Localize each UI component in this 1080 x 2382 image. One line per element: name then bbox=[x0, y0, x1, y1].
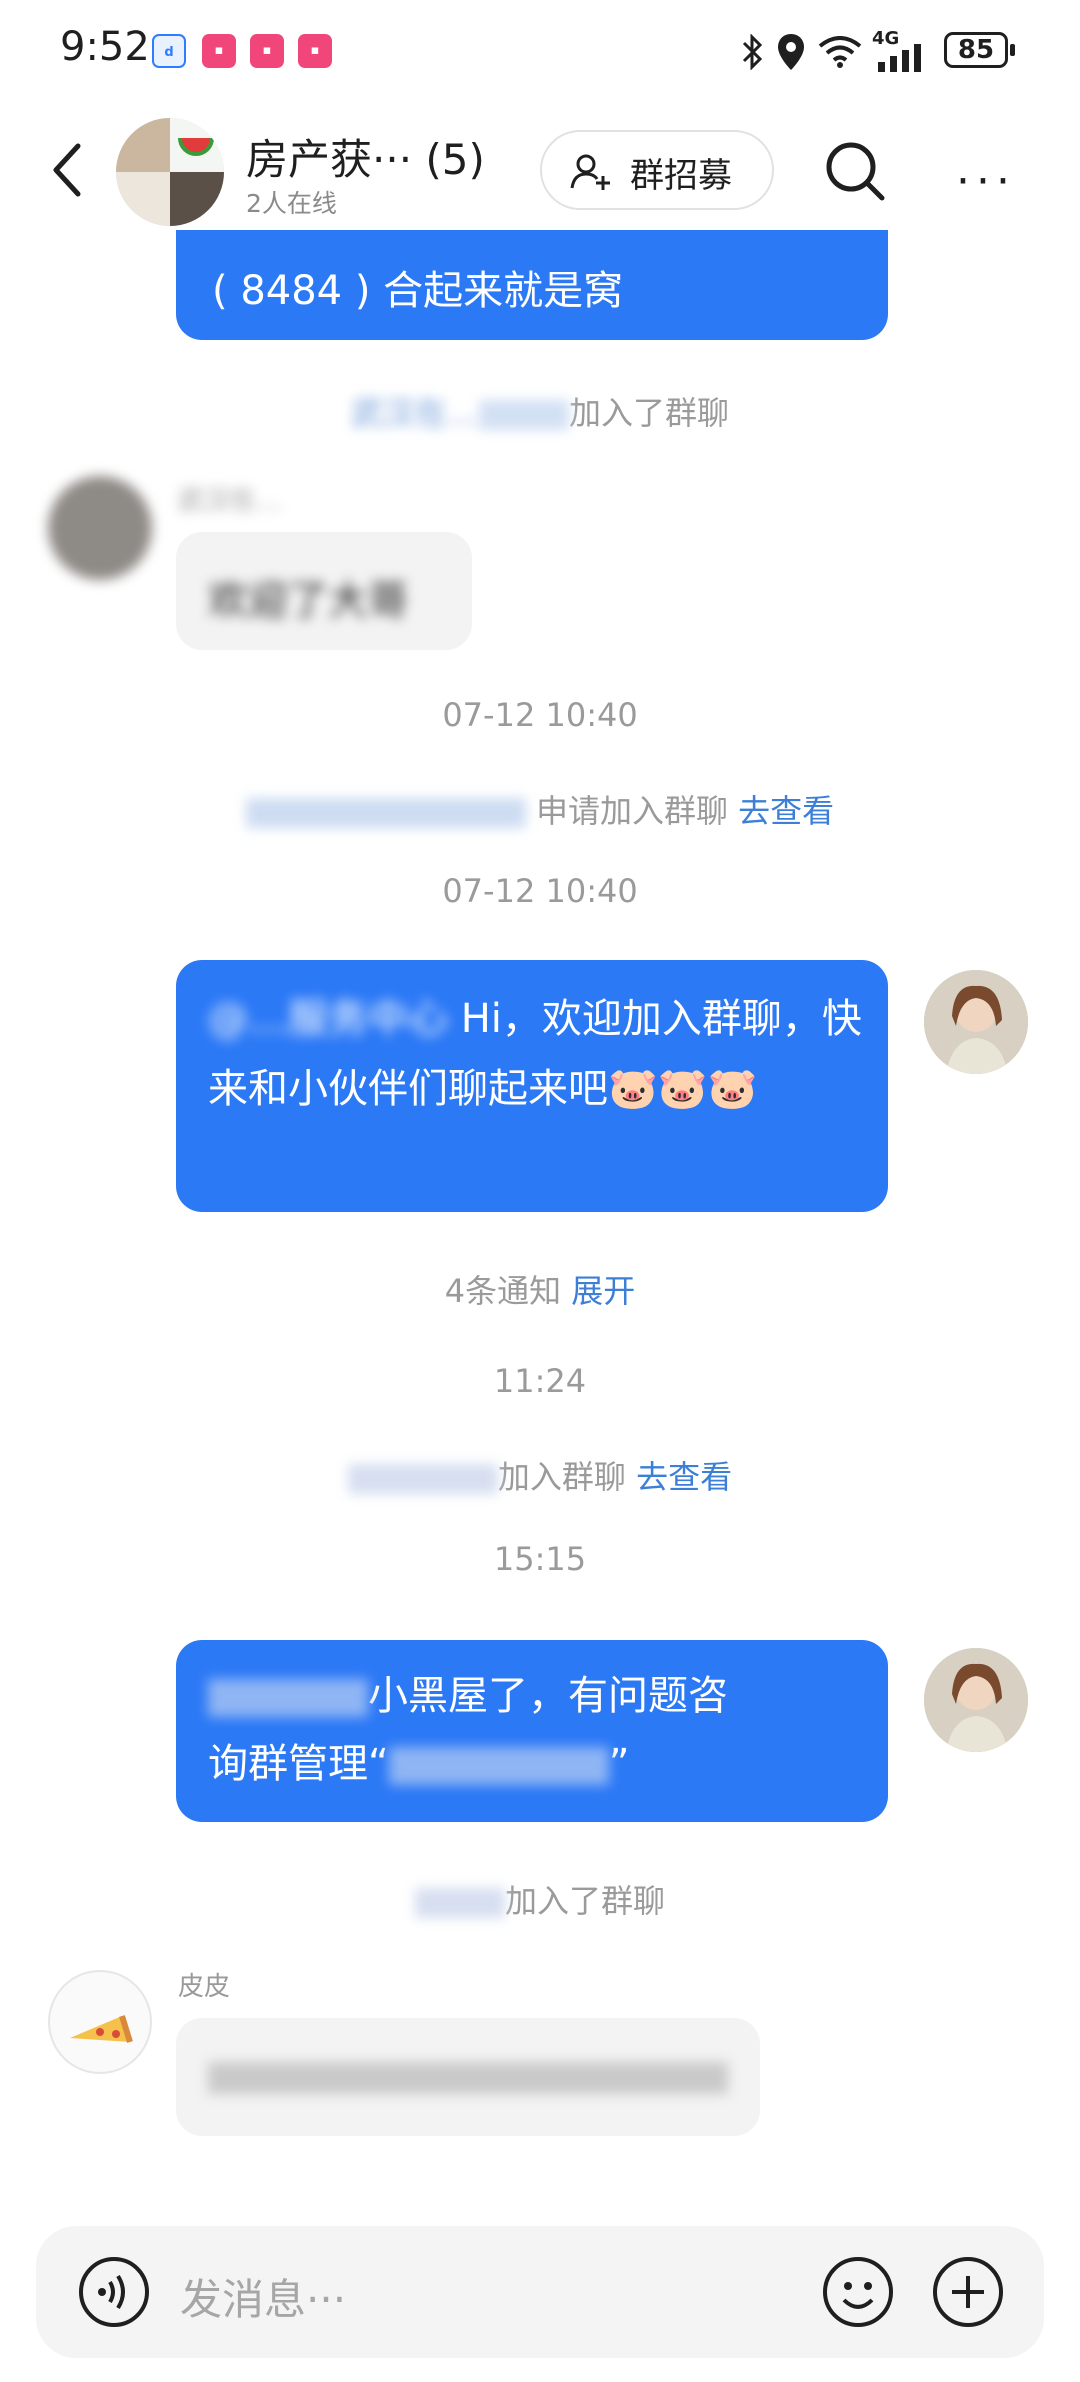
sender-name: 武汉在… bbox=[178, 486, 283, 516]
message-input-bar: 发消息··· bbox=[36, 2226, 1044, 2358]
back-arrow-icon[interactable] bbox=[48, 140, 88, 200]
message-bubble-in[interactable]: 欢迎了大哥 bbox=[176, 532, 472, 650]
bluetooth-icon bbox=[742, 34, 763, 70]
location-icon bbox=[778, 34, 804, 70]
status-time: 9:52 bbox=[60, 24, 150, 70]
add-person-icon bbox=[570, 154, 610, 190]
message-bubble-in[interactable]: … bbox=[176, 2018, 760, 2136]
signal-icon bbox=[878, 44, 921, 72]
message-input[interactable]: 发消息··· bbox=[180, 2266, 346, 2327]
app-pink-icon: ▪ bbox=[202, 34, 236, 68]
plus-icon[interactable] bbox=[930, 2254, 1006, 2330]
expand-link[interactable]: 展开 bbox=[571, 1272, 635, 1310]
user-avatar[interactable] bbox=[48, 476, 152, 580]
system-notice: 加入群聊 去查看 bbox=[0, 1452, 1080, 1498]
online-count: 2人在线 bbox=[246, 189, 337, 218]
message-bubble-out[interactable]: 小黑屋了，有问题咨 询群管理“” bbox=[176, 1640, 888, 1822]
system-notice: 申请加入群聊 去查看 bbox=[0, 786, 1080, 832]
pizza-icon bbox=[70, 2015, 133, 2043]
view-link[interactable]: 去查看 bbox=[636, 1458, 732, 1496]
group-name[interactable]: 房产获··· (5) bbox=[246, 126, 485, 187]
message-bubble-out[interactable]: ( 8484 ) 合起来就是窝 bbox=[176, 230, 888, 340]
notice-collapsed: 4条通知 展开 bbox=[444, 1272, 636, 1310]
recruit-label: 群招募 bbox=[630, 156, 732, 196]
timestamp: 15:15 bbox=[493, 1540, 587, 1578]
voice-input-icon[interactable] bbox=[76, 2254, 152, 2330]
emoji-icon[interactable] bbox=[820, 2254, 896, 2330]
sender-name: 皮皮 bbox=[178, 1972, 231, 2002]
message-text: 小黑屋了，有问题咨 询群管理“” bbox=[208, 1673, 728, 1787]
watermelon-icon bbox=[178, 137, 214, 156]
avatar-illustration bbox=[924, 1648, 1028, 1752]
app-blue-icon: d bbox=[152, 34, 186, 68]
blurred-username: 武汉在… bbox=[350, 394, 479, 432]
message-text: 欢迎了大哥 bbox=[208, 578, 408, 624]
status-bar: 9:52 d ▪ ▪ ▪ 4G 85 bbox=[0, 0, 1080, 100]
wifi-icon bbox=[818, 36, 862, 68]
message-text bbox=[208, 2062, 728, 2094]
my-avatar[interactable] bbox=[924, 1648, 1028, 1752]
message-text: ( 8484 ) 合起来就是窝 bbox=[212, 268, 624, 314]
search-icon[interactable] bbox=[824, 140, 886, 202]
message-bubble-out[interactable]: @…服务中心 Hi，欢迎加入群聊，快来和小伙伴们聊起来吧🐷🐷🐷 bbox=[176, 960, 888, 1212]
recruit-button[interactable]: 群招募 bbox=[540, 130, 774, 210]
avatar-illustration bbox=[924, 970, 1028, 1074]
emoji: 🐷 bbox=[608, 1066, 658, 1112]
timestamp: 11:24 bbox=[493, 1362, 587, 1400]
timestamp: 07-12 10:40 bbox=[442, 872, 638, 910]
system-notice: 武汉在… 加入了群聊 bbox=[350, 394, 730, 432]
emoji: 🐷 bbox=[657, 1066, 708, 1112]
more-options-icon[interactable]: ··· bbox=[956, 156, 1016, 207]
group-avatar[interactable] bbox=[116, 118, 224, 226]
message-text: @…服务中心 Hi，欢迎加入群聊，快来和小伙伴们聊起来吧🐷🐷🐷 bbox=[208, 996, 862, 1112]
timestamp: 07-12 10:40 bbox=[442, 696, 638, 734]
system-notice: 加入了群聊 bbox=[0, 1876, 1080, 1922]
my-avatar[interactable] bbox=[924, 970, 1028, 1074]
user-avatar[interactable] bbox=[48, 1970, 152, 2074]
view-link[interactable]: 去查看 bbox=[738, 792, 834, 830]
app-pink-icon: ▪ bbox=[250, 34, 284, 68]
app-pink-icon: ▪ bbox=[298, 34, 332, 68]
battery-indicator: 85 bbox=[944, 32, 1015, 68]
emoji: 🐷 bbox=[707, 1066, 758, 1112]
